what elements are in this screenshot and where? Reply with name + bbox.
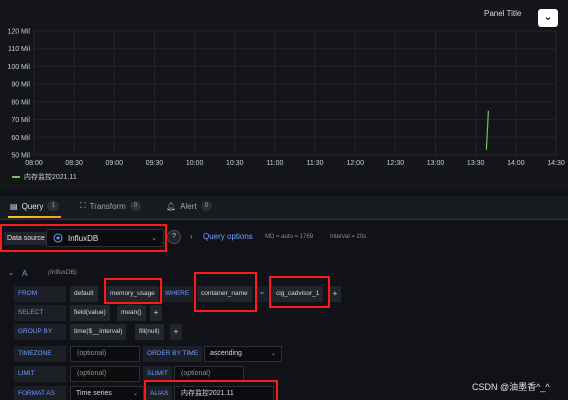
add-select-button[interactable]: + [150,305,162,321]
tab-transform[interactable]: ⛶ Transform 0 [80,201,142,211]
y-tick-label: 50 Mil [11,153,30,160]
series-lines [485,110,489,150]
query-name[interactable]: A [22,269,27,278]
add-where-button[interactable]: + [329,286,341,302]
query-datasource-hint: (InfluxDB) [48,269,77,276]
alias-input[interactable]: 内存监控2021.11 [174,386,274,400]
bell-icon: 🔔︎ [166,201,177,211]
y-tick-label: 120 Mil [7,29,30,36]
order-by-value: ascending [210,350,242,357]
where-keyword: WHERE [161,286,194,302]
y-tick-label: 70 Mil [11,117,30,124]
influxdb-icon [53,233,63,243]
x-tick-label: 13:30 [467,160,485,167]
x-tick-label: 09:00 [106,160,124,167]
limit-label: LIMIT [14,366,66,382]
transform-icon: ⛶ [80,201,86,210]
group-by-time-segment[interactable]: time($__interval) [70,324,127,340]
legend-label: 内存监控2021.11 [24,174,77,181]
tab-query[interactable]: ▤ Query 1 [8,201,61,218]
group-by-label: GROUP BY [14,324,66,340]
x-tick-label: 09:30 [146,160,164,167]
x-tick-label: 10:00 [186,160,204,167]
order-by-select[interactable]: ascending ⌄ [204,346,282,362]
time-series-chart[interactable]: 120 Mil 110 Mil 100 Mil 90 Mil 80 Mil 70 Mil 6… [0,20,568,190]
tab-transform-label: Transform [89,201,126,211]
chevron-down-icon[interactable]: ⌄ [8,269,14,277]
chart-grid [33,30,557,156]
legend-swatch [12,176,20,179]
format-as-value: Time series [76,390,112,397]
datasource-value: InfluxDB [68,233,99,243]
y-tick-label: 110 Mil [8,46,30,53]
measurement-segment[interactable]: memory_usage [106,286,159,302]
x-tick-label: 08:30 [65,160,83,167]
x-tick-label: 08:00 [25,160,43,167]
chevron-down-icon: ⌄ [132,391,138,397]
x-tick-label: 13:00 [427,160,445,167]
timezone-input[interactable]: (optional) [70,346,140,362]
legend-item[interactable]: 内存监控2021.11 [12,172,77,182]
where-key-segment[interactable]: container_name [197,286,252,302]
x-tick-label: 12:00 [346,160,364,167]
chevron-down-icon: ⌄ [270,351,276,357]
select-field-segment[interactable]: field(value) [70,305,110,321]
x-tick-label: 11:00 [266,160,283,167]
x-tick-label: 11:30 [307,160,324,167]
y-tick-label: 60 Mil [11,135,30,142]
add-group-by-button[interactable]: + [170,324,182,340]
x-axis: 08:00 08:30 09:00 09:30 10:00 10:30 11:00 11:30… [25,160,565,167]
y-tick-label: 90 Mil [11,82,30,89]
x-tick-label: 14:30 [547,160,565,167]
from-label: FROM [14,286,66,302]
format-as-label: FORMAT AS [14,386,66,400]
chevron-down-icon: ⌄ [151,235,157,242]
editor-tabs: ▤ Query 1 ⛶ Transform 0 🔔︎ Alert 0 [0,196,568,220]
timezone-label: TIMEZONE [14,346,66,362]
format-as-select[interactable]: Time series ⌄ [70,386,144,400]
y-tick-label: 100 Mil [7,64,30,71]
datasource-help-button[interactable]: ? [167,230,181,244]
y-axis: 120 Mil 110 Mil 100 Mil 90 Mil 80 Mil 70 Mil 6… [7,29,30,160]
alias-label: ALIAS [146,386,173,400]
order-by-time-label: ORDER BY TIME [143,346,203,362]
slimit-input[interactable]: (optional) [174,366,244,382]
fill-segment[interactable]: fill(null) [135,324,164,340]
query-options-toggle[interactable]: Query options [203,232,253,241]
chevron-right-icon[interactable]: › [190,232,193,241]
watermark: CSDN @油墨香^_^ [472,382,550,392]
datasource-picker[interactable]: InfluxDB ⌄ [46,229,164,247]
select-aggregation-segment[interactable]: mean() [117,305,146,321]
where-operator[interactable]: = [256,286,268,302]
select-label: SELECT [14,305,66,321]
slimit-label: SLIMIT [143,366,172,382]
where-value-segment[interactable]: cig_cadvisor_1 [272,286,324,302]
x-tick-label: 10:30 [226,160,244,167]
retention-policy-segment[interactable]: default [70,286,98,302]
tab-transform-count: 0 [129,201,142,211]
tab-query-label: Query [21,201,44,211]
interval-info: Interval = 20s [330,234,367,240]
datasource-label: Data source [4,232,48,245]
panel-title[interactable]: Panel Title [484,9,521,18]
y-tick-label: 80 Mil [11,99,30,106]
x-tick-label: 12:30 [387,160,405,167]
tab-query-count: 1 [47,201,59,211]
x-tick-label: 14:00 [507,160,525,167]
tab-alert-count: 0 [200,201,213,211]
tab-alert-label: Alert [180,201,197,211]
limit-input[interactable]: (optional) [70,366,140,382]
max-data-points-info: MD = auto = 1769 [265,234,314,240]
database-icon: ▤ [10,201,18,211]
series-line [485,110,489,150]
tab-alert[interactable]: 🔔︎ Alert 0 [166,201,213,211]
